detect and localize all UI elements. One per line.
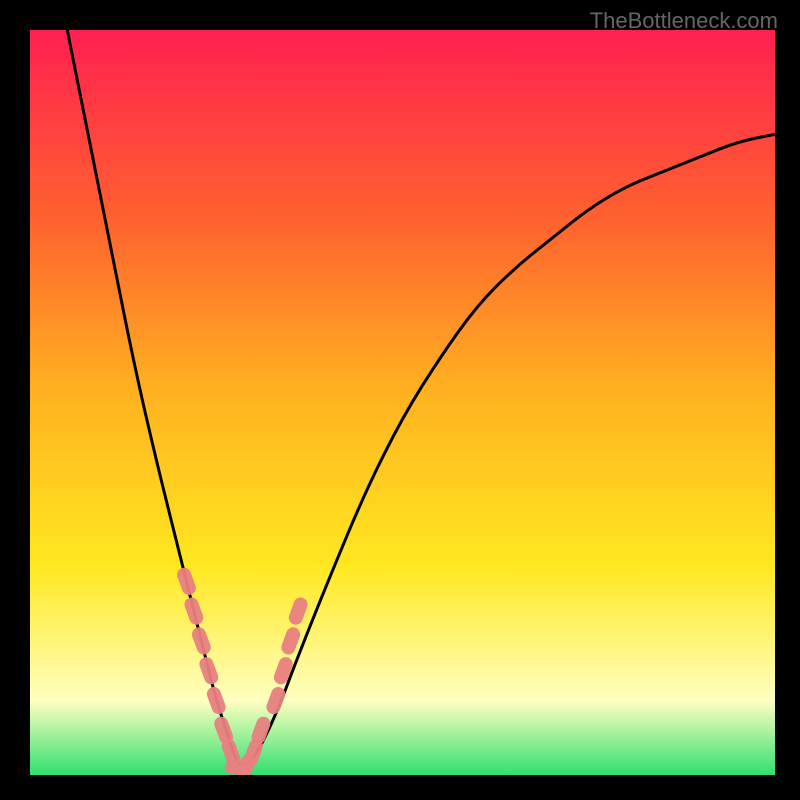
curve-layer xyxy=(30,30,775,775)
data-point-marker xyxy=(190,625,213,656)
data-point-marker xyxy=(183,596,206,627)
data-point-marker xyxy=(205,685,228,716)
data-point-marker xyxy=(175,566,198,597)
chart-container: TheBottleneck.com xyxy=(0,0,800,800)
watermark: TheBottleneck.com xyxy=(590,8,778,34)
data-point-marker xyxy=(264,685,287,716)
data-point-marker xyxy=(197,655,220,686)
bottleneck-curve xyxy=(67,30,775,765)
data-point-marker xyxy=(287,596,310,627)
